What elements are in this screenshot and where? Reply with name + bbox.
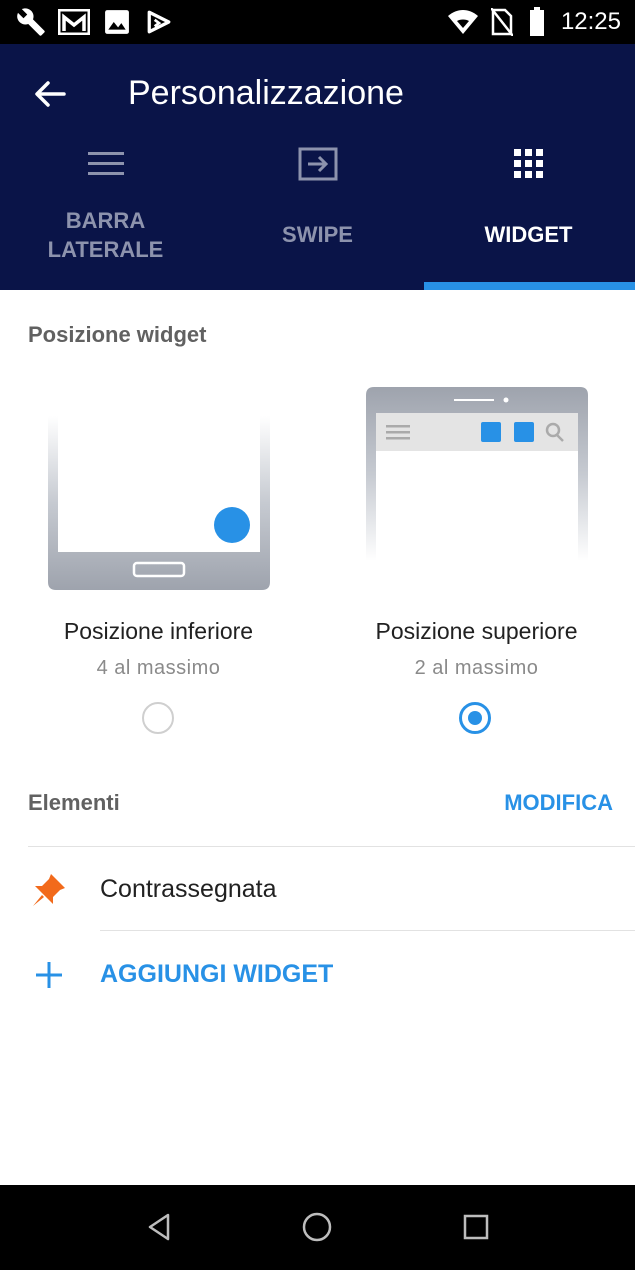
status-bar: 12:25 (0, 0, 635, 44)
option-subtitle: 2 al massimo (414, 657, 539, 679)
clock: 12:25 (560, 8, 621, 35)
option-name: Posizione inferiore (63, 618, 254, 644)
tab-widget[interactable]: WIDGET (423, 128, 634, 290)
tab-barra-laterale[interactable]: BARRA LATERALE (0, 128, 211, 290)
position-option-bottom[interactable]: Posizione inferiore 4 al massimo (0, 380, 317, 760)
page-title: Personalizzazione (128, 74, 404, 112)
radio-top[interactable] (459, 702, 491, 734)
tab-label: SWIPE (282, 222, 353, 247)
navigation-bar (0, 1185, 635, 1270)
recents-square-icon[interactable] (454, 1205, 498, 1249)
tab-swipe[interactable]: SWIPE (212, 128, 423, 290)
elements-title: Elementi (28, 790, 120, 815)
radio-bottom[interactable] (142, 702, 174, 734)
no-sim-icon (488, 0, 516, 44)
wrench-icon (14, 0, 48, 44)
top-position-illustration (366, 387, 588, 561)
home-circle-icon[interactable] (295, 1205, 339, 1249)
widget-item-label: Contrassegnata (100, 875, 277, 903)
back-arrow-icon[interactable] (28, 72, 72, 116)
add-widget-label: AGGIUNGI WIDGET (100, 960, 334, 988)
widget-item-contrassegnata[interactable]: Contrassegnata (0, 847, 635, 931)
position-option-top[interactable]: Posizione superiore 2 al massimo (318, 380, 635, 760)
radio-selected-dot (468, 711, 482, 725)
back-triangle-icon[interactable] (137, 1205, 181, 1249)
option-name: Posizione superiore (375, 618, 578, 644)
tab-label: WIDGET (484, 222, 573, 247)
section-title: Posizione widget (28, 322, 207, 347)
bottom-position-illustration (48, 416, 270, 590)
plus-icon (28, 954, 70, 996)
app-bar: Personalizzazione BARRA LATERALE SWIPE W… (0, 44, 635, 290)
swipe-icon (212, 142, 423, 186)
image-icon (102, 0, 132, 44)
divider (100, 930, 635, 931)
menu-icon (0, 142, 211, 186)
battery-icon (526, 0, 548, 44)
wifi-icon (446, 0, 480, 44)
add-widget-button[interactable]: AGGIUNGI WIDGET (0, 932, 635, 1016)
gmail-icon (56, 0, 92, 44)
tab-label: BARRA LATERALE (47, 208, 164, 262)
grid-icon (423, 142, 634, 186)
pin-icon (28, 869, 70, 911)
active-tab-indicator (424, 282, 635, 290)
option-subtitle: 4 al massimo (96, 657, 221, 679)
play-store-icon (144, 0, 174, 44)
edit-button[interactable]: MODIFICA (504, 790, 613, 816)
